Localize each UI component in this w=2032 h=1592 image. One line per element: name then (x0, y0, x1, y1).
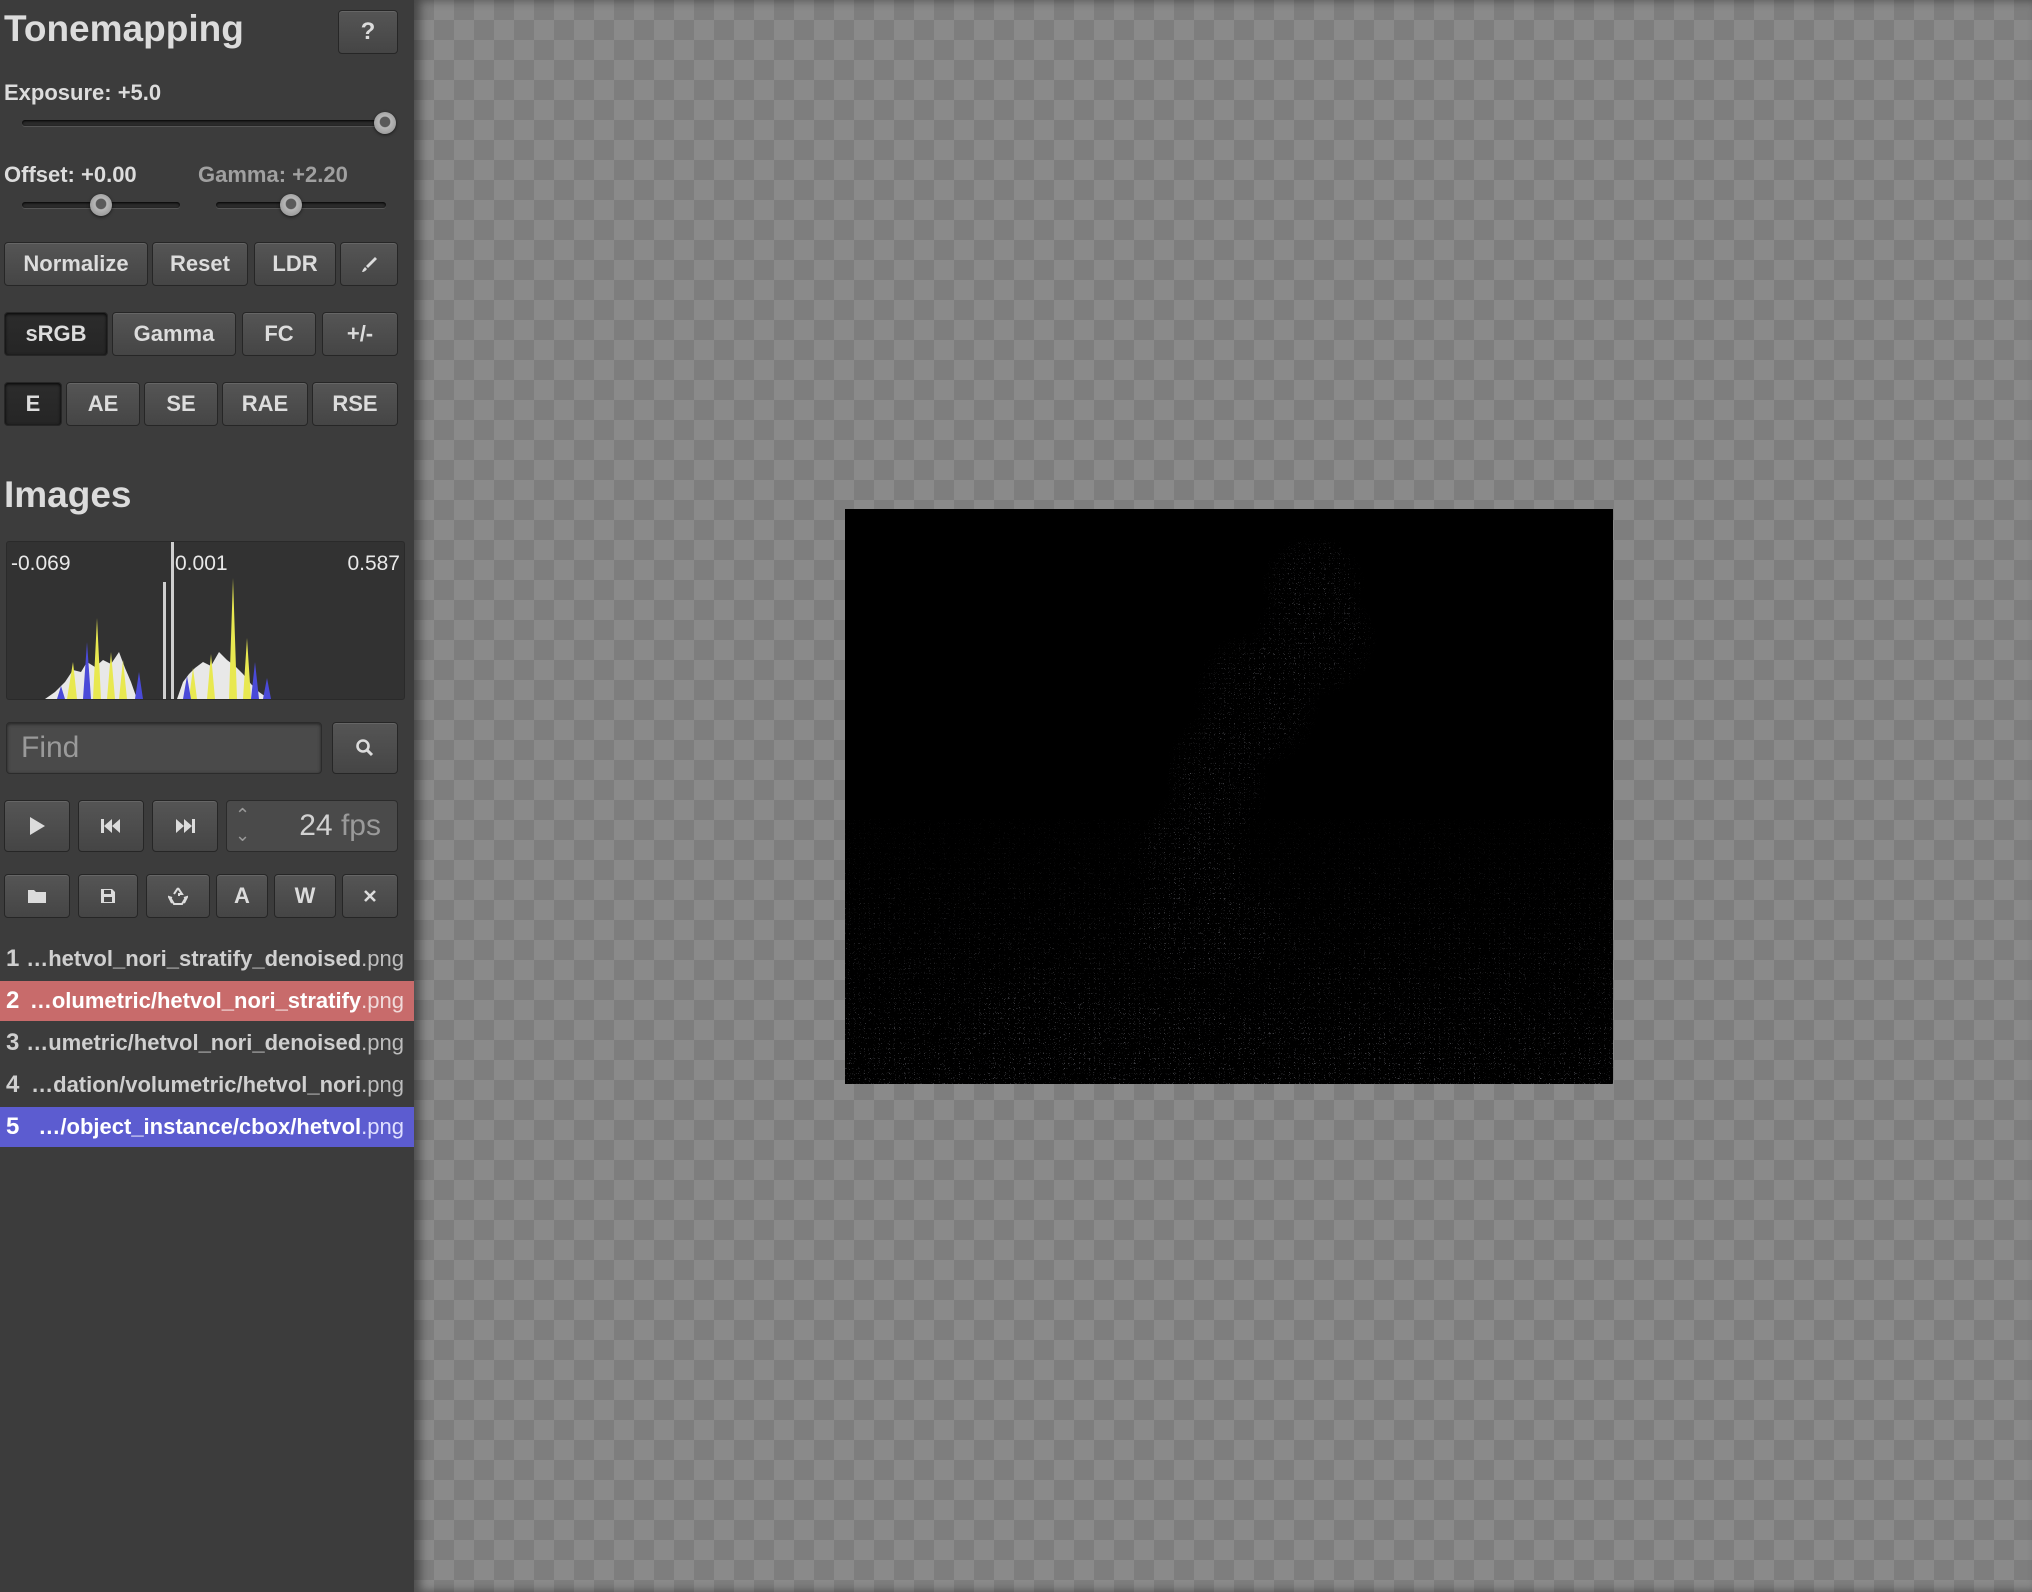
image-number: 3 (6, 1029, 20, 1056)
image-extension: .png (361, 1114, 404, 1139)
close-image-button[interactable] (342, 874, 398, 918)
histogram: -0.069 0.001 0.587 (6, 541, 405, 700)
normalize-button[interactable]: Normalize (4, 242, 148, 286)
tonemapping-title: Tonemapping (4, 8, 244, 49)
skip-back-icon (101, 819, 120, 833)
image-extension: .png (361, 988, 404, 1013)
fps-value: 24 fps (299, 809, 381, 843)
find-input[interactable] (6, 722, 322, 774)
image-name: …/object_instance/cbox/hetvol.png (38, 1107, 404, 1147)
save-image-button[interactable] (78, 874, 138, 918)
fps-unit: fps (340, 809, 381, 842)
histogram-min: -0.069 (11, 552, 71, 575)
image-number: 4 (6, 1071, 20, 1098)
image-path: …olumetric/hetvol_nori_stratify (29, 988, 362, 1013)
image-list-item[interactable]: 4 …dation/volumetric/hetvol_nori.png (0, 1065, 414, 1105)
image-list-item[interactable]: 1 …hetvol_nori_stratify_denoised.png (0, 939, 414, 979)
open-image-button[interactable] (4, 874, 70, 918)
close-icon (364, 890, 376, 902)
previous-frame-button[interactable] (78, 800, 144, 852)
mode-a-button[interactable]: A (216, 874, 268, 918)
fps-spin-arrows-icon[interactable]: ⌃ ⌄ (235, 805, 250, 845)
reload-image-button[interactable] (146, 874, 210, 918)
image-extension: .png (361, 1072, 404, 1097)
image-path: …umetric/hetvol_nori_denoised (26, 1030, 362, 1055)
offset-label: Offset: +0.00 (4, 162, 137, 187)
image-name: …olumetric/hetvol_nori_stratify.png (30, 981, 404, 1021)
rendered-image[interactable] (845, 509, 1613, 1084)
play-button[interactable] (4, 800, 70, 852)
image-name: …dation/volumetric/hetvol_nori.png (31, 1065, 404, 1105)
ldr-button[interactable]: LDR (254, 242, 336, 286)
metric-e-button[interactable]: E (4, 382, 62, 426)
exposure-slider[interactable] (22, 120, 396, 126)
search-icon (356, 739, 374, 757)
search-button[interactable] (332, 722, 398, 774)
metric-rae-button[interactable]: RAE (222, 382, 308, 426)
image-extension: .png (361, 946, 404, 971)
paint-brush-icon (362, 257, 377, 272)
images-title: Images (4, 474, 132, 515)
metric-se-button[interactable]: SE (144, 382, 218, 426)
exposure-label: Exposure: +5.0 (4, 80, 162, 105)
sidebar: Tonemapping ? Exposure: +5.0 Offset: +0.… (0, 0, 414, 1592)
mode-srgb-button[interactable]: sRGB (4, 312, 108, 356)
image-path: …/object_instance/cbox/hetvol (38, 1114, 362, 1139)
image-list-item-reference[interactable]: 2 …olumetric/hetvol_nori_stratify.png (0, 981, 414, 1021)
gamma-label: Gamma: +2.20 (198, 162, 348, 187)
rendered-image-content (845, 509, 1613, 1084)
image-number: 2 (6, 987, 20, 1014)
image-number: 1 (6, 945, 20, 972)
folder-icon (28, 890, 46, 903)
skip-forward-icon (176, 819, 195, 833)
image-path: …dation/volumetric/hetvol_nori (31, 1072, 362, 1097)
next-frame-button[interactable] (152, 800, 218, 852)
exposure-slider-knob[interactable] (374, 112, 396, 134)
mode-w-button[interactable]: W (274, 874, 336, 918)
reset-button[interactable]: Reset (152, 242, 248, 286)
gamma-slider-knob[interactable] (280, 194, 302, 216)
help-button[interactable]: ? (338, 10, 398, 54)
metric-rse-button[interactable]: RSE (312, 382, 398, 426)
mode-gamma-button[interactable]: Gamma (112, 312, 236, 356)
mode-plus-minus-button[interactable]: +/- (322, 312, 398, 356)
image-number: 5 (6, 1113, 20, 1140)
save-icon (101, 889, 115, 903)
offset-slider-knob[interactable] (90, 194, 112, 216)
mode-fc-button[interactable]: FC (242, 312, 316, 356)
image-list-item[interactable]: 3 …umetric/hetvol_nori_denoised.png (0, 1023, 414, 1063)
fps-number: 24 (299, 809, 333, 842)
image-list-item-current[interactable]: 5 …/object_instance/cbox/hetvol.png (0, 1107, 414, 1147)
histogram-max: 0.587 (347, 552, 400, 575)
histogram-mid: 0.001 (175, 552, 228, 575)
image-extension: .png (361, 1030, 404, 1055)
image-name: …hetvol_nori_stratify_denoised.png (26, 939, 404, 979)
play-icon (30, 817, 45, 835)
recycle-icon (168, 887, 188, 905)
fps-stepper[interactable]: ⌃ ⌄ 24 fps (226, 800, 398, 852)
brush-button[interactable] (340, 242, 398, 286)
metric-ae-button[interactable]: AE (66, 382, 140, 426)
image-name: …umetric/hetvol_nori_denoised.png (26, 1023, 404, 1063)
image-path: …hetvol_nori_stratify_denoised (26, 946, 362, 971)
